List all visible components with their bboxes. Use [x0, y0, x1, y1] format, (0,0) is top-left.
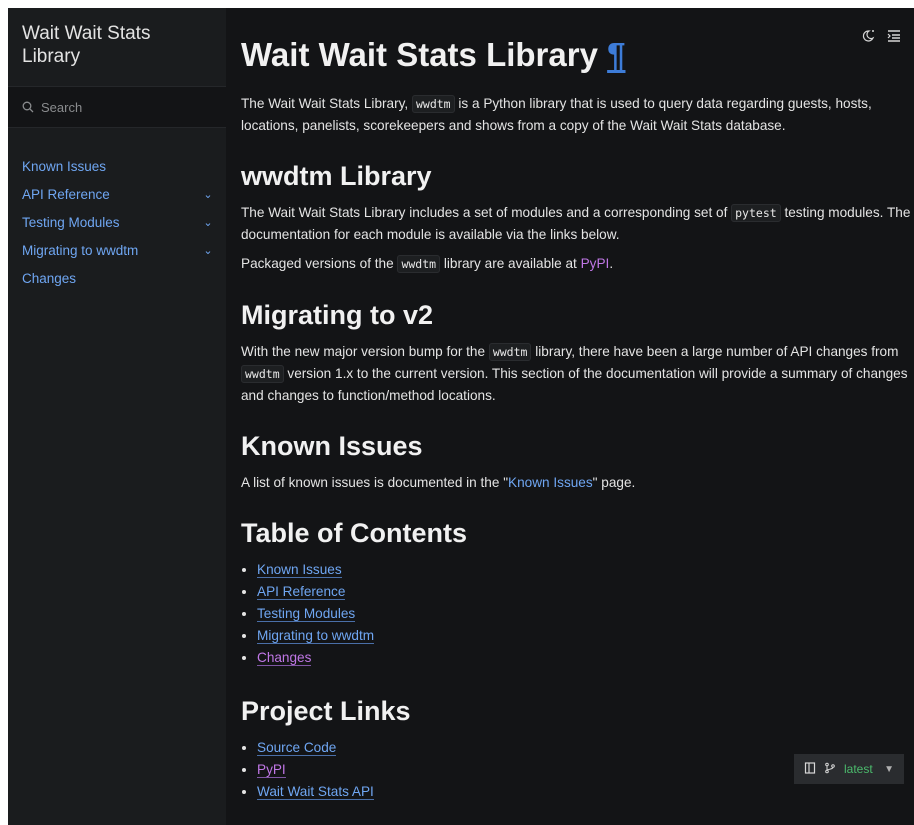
- source-code-link[interactable]: Source Code: [257, 740, 337, 756]
- known-text: " page.: [592, 475, 636, 490]
- branch-icon: [824, 762, 836, 777]
- search-icon: [22, 101, 34, 113]
- list-item: Changes: [257, 647, 914, 669]
- theme-toggle-icon[interactable]: [860, 28, 876, 44]
- toc-link-migrating[interactable]: Migrating to wwdtm: [257, 628, 375, 644]
- migrating-text: version 1.x to the current version. This…: [241, 366, 908, 403]
- wait-wait-stats-api-link[interactable]: Wait Wait Stats API: [257, 784, 374, 800]
- intro-text: The Wait Wait Stats Library,: [241, 96, 409, 111]
- search-box[interactable]: Search: [8, 86, 226, 128]
- inline-code: wwdtm: [397, 255, 441, 273]
- list-item: Known Issues: [257, 559, 914, 581]
- sidebar-item-testing-modules[interactable]: Testing Modules ⌄: [8, 208, 226, 236]
- section-heading-migrating: Migrating to v2: [241, 300, 434, 330]
- list-item: API Reference: [257, 581, 914, 603]
- packaging-text: library are available at: [443, 256, 577, 271]
- migrating-text: library, there have been a large number …: [535, 344, 899, 359]
- main-content: Wait Wait Stats Library ¶ The Wait Wait …: [226, 8, 914, 825]
- toc-link-testing-modules[interactable]: Testing Modules: [257, 606, 356, 622]
- search-input[interactable]: Search: [41, 100, 82, 115]
- page-frame: Wait Wait Stats Library Search Known Iss…: [8, 8, 914, 825]
- inline-code: wwdtm: [411, 95, 455, 113]
- section-heading-toc: Table of Contents: [241, 518, 467, 548]
- header-toolbar: [860, 28, 902, 44]
- pypi-link[interactable]: PyPI: [581, 256, 610, 271]
- version-switcher[interactable]: latest ▼: [794, 754, 904, 784]
- period: .: [609, 256, 614, 271]
- caret-down-icon: ▼: [884, 763, 894, 775]
- library-text: The Wait Wait Stats Library includes a s…: [241, 205, 728, 220]
- list-item: Wait Wait Stats API: [257, 781, 914, 803]
- inline-code: pytest: [731, 204, 781, 222]
- known-text: A list of known issues is documented in …: [241, 475, 509, 490]
- section-heading-known-issues: Known Issues: [241, 431, 423, 461]
- sidebar-item-migrating[interactable]: Migrating to wwdtm ⌄: [8, 236, 226, 264]
- sidebar-item-label: Changes: [22, 270, 77, 286]
- chevron-down-icon[interactable]: ⌄: [202, 244, 214, 257]
- toc-link-api-reference[interactable]: API Reference: [257, 584, 346, 600]
- sidebar-item-known-issues[interactable]: Known Issues: [8, 152, 226, 180]
- pypi-project-link[interactable]: PyPI: [257, 762, 286, 778]
- chevron-down-icon[interactable]: ⌄: [202, 216, 214, 229]
- packaging-paragraph: Packaged versions of the wwdtm library a…: [241, 253, 911, 275]
- library-paragraph: The Wait Wait Stats Library includes a s…: [241, 202, 911, 245]
- chevron-down-icon[interactable]: ⌄: [202, 188, 214, 201]
- section-heading-library: wwdtm Library: [241, 161, 432, 191]
- list-item: Migrating to wwdtm: [257, 625, 914, 647]
- section-heading-project-links: Project Links: [241, 696, 411, 726]
- headerlink-pilcrow[interactable]: ¶: [607, 36, 625, 73]
- list-item: Testing Modules: [257, 603, 914, 625]
- sidebar-item-label: API Reference: [22, 186, 110, 202]
- packaging-text: Packaged versions of the: [241, 256, 394, 271]
- sidebar-item-changes[interactable]: Changes: [8, 264, 226, 292]
- toc-link-known-issues[interactable]: Known Issues: [257, 562, 342, 578]
- sidebar-nav: Known Issues API Reference ⌄ Testing Mod…: [8, 152, 226, 292]
- toc-icon[interactable]: [886, 28, 902, 44]
- known-issues-paragraph: A list of known issues is documented in …: [241, 472, 911, 493]
- book-icon: [804, 761, 816, 777]
- inline-code: wwdtm: [488, 343, 532, 361]
- page-title: Wait Wait Stats Library ¶: [241, 35, 914, 75]
- toc-link-changes[interactable]: Changes: [257, 650, 312, 666]
- migrating-paragraph: With the new major version bump for the …: [241, 341, 911, 406]
- site-brand[interactable]: Wait Wait Stats Library: [8, 8, 226, 78]
- sidebar-item-api-reference[interactable]: API Reference ⌄: [8, 180, 226, 208]
- toc-list: Known Issues API Reference Testing Modul…: [241, 559, 914, 669]
- sidebar-item-label: Known Issues: [22, 158, 107, 174]
- migrating-text: With the new major version bump for the: [241, 344, 486, 359]
- page-title-text: Wait Wait Stats Library: [241, 36, 598, 73]
- known-issues-link[interactable]: Known Issues: [508, 475, 593, 490]
- intro-paragraph: The Wait Wait Stats Library, wwdtm is a …: [241, 93, 911, 136]
- inline-code: wwdtm: [241, 365, 284, 383]
- sidebar-item-label: Testing Modules: [22, 214, 120, 230]
- version-label: latest: [844, 762, 873, 776]
- sidebar: Wait Wait Stats Library Search Known Iss…: [8, 8, 226, 825]
- sidebar-item-label: Migrating to wwdtm: [22, 242, 139, 258]
